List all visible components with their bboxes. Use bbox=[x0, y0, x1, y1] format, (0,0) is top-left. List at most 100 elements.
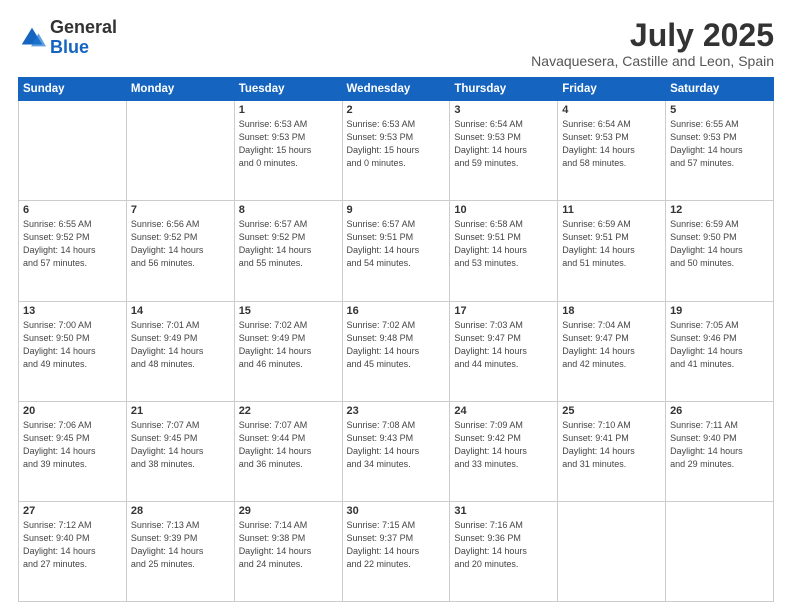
day-num-13: 13 bbox=[23, 305, 122, 317]
header: General Blue July 2025 Navaquesera, Cast… bbox=[18, 18, 774, 69]
day-info-12: Sunrise: 6:59 AM Sunset: 9:50 PM Dayligh… bbox=[670, 218, 769, 270]
day-info-13: Sunrise: 7:00 AM Sunset: 9:50 PM Dayligh… bbox=[23, 319, 122, 371]
day-num-20: 20 bbox=[23, 405, 122, 417]
day-num-6: 6 bbox=[23, 204, 122, 216]
cell-w0-d3: 2Sunrise: 6:53 AM Sunset: 9:53 PM Daylig… bbox=[342, 101, 450, 201]
day-info-24: Sunrise: 7:09 AM Sunset: 9:42 PM Dayligh… bbox=[454, 419, 553, 471]
day-info-31: Sunrise: 7:16 AM Sunset: 9:36 PM Dayligh… bbox=[454, 519, 553, 571]
cell-w0-d4: 3 Sunrise: 6:54 AM Sunset: 9:53 PM Daylig… bbox=[450, 101, 558, 201]
day-info-11: Sunrise: 6:59 AM Sunset: 9:51 PM Dayligh… bbox=[562, 218, 661, 270]
cell-w3-d6: 26Sunrise: 7:11 AM Sunset: 9:40 PM Dayli… bbox=[666, 401, 774, 501]
cell-w3-d4: 24Sunrise: 7:09 AM Sunset: 9:42 PM Dayli… bbox=[450, 401, 558, 501]
header-monday: Monday bbox=[126, 78, 234, 101]
location: Navaquesera, Castille and Leon, Spain bbox=[531, 53, 774, 69]
cell-w0-d1 bbox=[126, 101, 234, 201]
cell-w1-d0: 6 Sunrise: 6:55 AM Sunset: 9:52 PM Daylig… bbox=[19, 201, 127, 301]
day-info-1: Sunrise: 6:53 AM Sunset: 9:53 PM Dayligh… bbox=[239, 118, 338, 170]
day-info-8: Sunrise: 6:57 AM Sunset: 9:52 PM Dayligh… bbox=[239, 218, 338, 270]
logo-blue-text: Blue bbox=[50, 37, 89, 57]
day-num-30: 30 bbox=[347, 505, 446, 517]
header-sunday: Sunday bbox=[19, 78, 127, 101]
day-info-23: Sunrise: 7:08 AM Sunset: 9:43 PM Dayligh… bbox=[347, 419, 446, 471]
day-num-12: 12 bbox=[670, 204, 769, 216]
cell-w4-d4: 31 Sunrise: 7:16 AM Sunset: 9:36 PM Dayli… bbox=[450, 501, 558, 601]
day-info-2: Sunrise: 6:53 AM Sunset: 9:53 PM Dayligh… bbox=[347, 118, 446, 170]
cell-w4-d3: 30 Sunrise: 7:15 AM Sunset: 9:37 PM Dayli… bbox=[342, 501, 450, 601]
day-num-15: 15 bbox=[239, 305, 338, 317]
cell-w0-d0 bbox=[19, 101, 127, 201]
header-friday: Friday bbox=[558, 78, 666, 101]
cell-w1-d2: 8Sunrise: 6:57 AM Sunset: 9:52 PM Daylig… bbox=[234, 201, 342, 301]
day-num-29: 29 bbox=[239, 505, 338, 517]
day-num-25: 25 bbox=[562, 405, 661, 417]
cell-w2-d2: 15 Sunrise: 7:02 AM Sunset: 9:49 PM Dayli… bbox=[234, 301, 342, 401]
day-info-21: Sunrise: 7:07 AM Sunset: 9:45 PM Dayligh… bbox=[131, 419, 230, 471]
logo-icon bbox=[18, 24, 46, 52]
cell-w1-d4: 10 Sunrise: 6:58 AM Sunset: 9:51 PM Dayli… bbox=[450, 201, 558, 301]
day-num-28: 28 bbox=[131, 505, 230, 517]
day-num-23: 23 bbox=[347, 405, 446, 417]
title-block: July 2025 Navaquesera, Castille and Leon… bbox=[531, 18, 774, 69]
day-info-10: Sunrise: 6:58 AM Sunset: 9:51 PM Dayligh… bbox=[454, 218, 553, 270]
day-num-10: 10 bbox=[454, 204, 553, 216]
day-info-14: Sunrise: 7:01 AM Sunset: 9:49 PM Dayligh… bbox=[131, 319, 230, 371]
day-info-26: Sunrise: 7:11 AM Sunset: 9:40 PM Dayligh… bbox=[670, 419, 769, 471]
page: General Blue July 2025 Navaquesera, Cast… bbox=[0, 0, 792, 612]
day-info-6: Sunrise: 6:55 AM Sunset: 9:52 PM Dayligh… bbox=[23, 218, 122, 270]
cell-w4-d0: 27 Sunrise: 7:12 AM Sunset: 9:40 PM Dayli… bbox=[19, 501, 127, 601]
cell-w0-d2: 1 Sunrise: 6:53 AM Sunset: 9:53 PM Daylig… bbox=[234, 101, 342, 201]
cell-w2-d0: 13 Sunrise: 7:00 AM Sunset: 9:50 PM Dayli… bbox=[19, 301, 127, 401]
cell-w3-d1: 21 Sunrise: 7:07 AM Sunset: 9:45 PM Dayli… bbox=[126, 401, 234, 501]
cell-w3-d3: 23 Sunrise: 7:08 AM Sunset: 9:43 PM Dayli… bbox=[342, 401, 450, 501]
day-info-4: Sunrise: 6:54 AM Sunset: 9:53 PM Dayligh… bbox=[562, 118, 661, 170]
day-num-7: 7 bbox=[131, 204, 230, 216]
day-info-17: Sunrise: 7:03 AM Sunset: 9:47 PM Dayligh… bbox=[454, 319, 553, 371]
day-info-18: Sunrise: 7:04 AM Sunset: 9:47 PM Dayligh… bbox=[562, 319, 661, 371]
day-num-27: 27 bbox=[23, 505, 122, 517]
calendar-table: Sunday Monday Tuesday Wednesday Thursday… bbox=[18, 77, 774, 602]
day-info-22: Sunrise: 7:07 AM Sunset: 9:44 PM Dayligh… bbox=[239, 419, 338, 471]
day-info-5: Sunrise: 6:55 AM Sunset: 9:53 PM Dayligh… bbox=[670, 118, 769, 170]
day-info-3: Sunrise: 6:54 AM Sunset: 9:53 PM Dayligh… bbox=[454, 118, 553, 170]
day-num-21: 21 bbox=[131, 405, 230, 417]
day-num-3: 3 bbox=[454, 104, 553, 116]
cell-w2-d6: 19Sunrise: 7:05 AM Sunset: 9:46 PM Dayli… bbox=[666, 301, 774, 401]
day-num-14: 14 bbox=[131, 305, 230, 317]
week-row-2: 13 Sunrise: 7:00 AM Sunset: 9:50 PM Dayli… bbox=[19, 301, 774, 401]
day-info-19: Sunrise: 7:05 AM Sunset: 9:46 PM Dayligh… bbox=[670, 319, 769, 371]
header-tuesday: Tuesday bbox=[234, 78, 342, 101]
header-saturday: Saturday bbox=[666, 78, 774, 101]
cell-w1-d5: 11 Sunrise: 6:59 AM Sunset: 9:51 PM Dayli… bbox=[558, 201, 666, 301]
header-wednesday: Wednesday bbox=[342, 78, 450, 101]
cell-w2-d3: 16Sunrise: 7:02 AM Sunset: 9:48 PM Dayli… bbox=[342, 301, 450, 401]
day-info-9: Sunrise: 6:57 AM Sunset: 9:51 PM Dayligh… bbox=[347, 218, 446, 270]
day-num-11: 11 bbox=[562, 204, 661, 216]
day-num-16: 16 bbox=[347, 305, 446, 317]
day-num-31: 31 bbox=[454, 505, 553, 517]
cell-w4-d6 bbox=[666, 501, 774, 601]
day-info-29: Sunrise: 7:14 AM Sunset: 9:38 PM Dayligh… bbox=[239, 519, 338, 571]
day-info-27: Sunrise: 7:12 AM Sunset: 9:40 PM Dayligh… bbox=[23, 519, 122, 571]
cell-w2-d5: 18 Sunrise: 7:04 AM Sunset: 9:47 PM Dayli… bbox=[558, 301, 666, 401]
cell-w4-d2: 29 Sunrise: 7:14 AM Sunset: 9:38 PM Dayli… bbox=[234, 501, 342, 601]
day-num-4: 4 bbox=[562, 104, 661, 116]
day-num-1: 1 bbox=[239, 104, 338, 116]
header-thursday: Thursday bbox=[450, 78, 558, 101]
week-row-0: 1 Sunrise: 6:53 AM Sunset: 9:53 PM Daylig… bbox=[19, 101, 774, 201]
cell-w0-d5: 4 Sunrise: 6:54 AM Sunset: 9:53 PM Daylig… bbox=[558, 101, 666, 201]
day-num-17: 17 bbox=[454, 305, 553, 317]
cell-w4-d1: 28 Sunrise: 7:13 AM Sunset: 9:39 PM Dayli… bbox=[126, 501, 234, 601]
day-info-30: Sunrise: 7:15 AM Sunset: 9:37 PM Dayligh… bbox=[347, 519, 446, 571]
cell-w1-d6: 12 Sunrise: 6:59 AM Sunset: 9:50 PM Dayli… bbox=[666, 201, 774, 301]
day-num-9: 9 bbox=[347, 204, 446, 216]
month-year: July 2025 bbox=[531, 18, 774, 53]
week-row-4: 27 Sunrise: 7:12 AM Sunset: 9:40 PM Dayli… bbox=[19, 501, 774, 601]
day-info-28: Sunrise: 7:13 AM Sunset: 9:39 PM Dayligh… bbox=[131, 519, 230, 571]
day-info-15: Sunrise: 7:02 AM Sunset: 9:49 PM Dayligh… bbox=[239, 319, 338, 371]
day-num-18: 18 bbox=[562, 305, 661, 317]
cell-w1-d1: 7 Sunrise: 6:56 AM Sunset: 9:52 PM Daylig… bbox=[126, 201, 234, 301]
cell-w4-d5 bbox=[558, 501, 666, 601]
day-num-22: 22 bbox=[239, 405, 338, 417]
day-info-7: Sunrise: 6:56 AM Sunset: 9:52 PM Dayligh… bbox=[131, 218, 230, 270]
day-num-5: 5 bbox=[670, 104, 769, 116]
